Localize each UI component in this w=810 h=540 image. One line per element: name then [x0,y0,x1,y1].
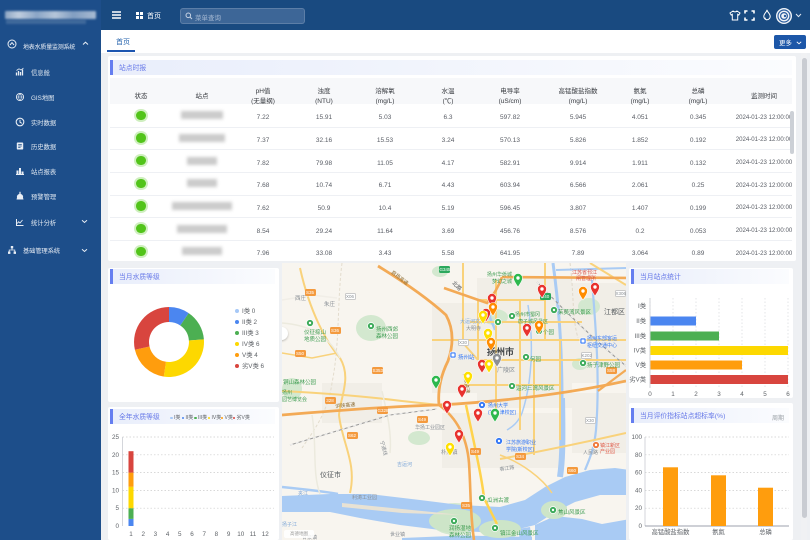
svg-text:5: 5 [178,529,182,538]
svg-text:高锰酸盐指数: 高锰酸盐指数 [652,527,690,536]
svg-text:15: 15 [112,468,120,477]
svg-text:5: 5 [115,503,119,512]
svg-text:7: 7 [202,529,206,538]
svg-text:40: 40 [635,485,643,494]
svg-text:3: 3 [717,389,721,398]
svg-text:III类: III类 [634,331,646,340]
svg-text:4: 4 [166,529,170,538]
svg-text:0: 0 [115,521,119,530]
svg-text:1: 1 [671,389,675,398]
svg-text:20: 20 [635,503,643,512]
svg-text:12: 12 [262,529,270,538]
svg-text:6: 6 [190,529,194,538]
svg-text:10: 10 [237,529,245,538]
svg-text:5: 5 [763,389,767,398]
svg-text:V类: V类 [636,360,647,369]
svg-text:8: 8 [215,529,219,538]
svg-text:II类: II类 [636,316,646,325]
svg-text:100: 100 [631,432,642,441]
svg-text:2: 2 [141,529,145,538]
svg-text:20: 20 [112,450,120,459]
svg-text:10: 10 [112,485,120,494]
svg-text:25: 25 [112,432,120,441]
svg-text:1: 1 [129,529,133,538]
svg-text:氨氮: 氨氮 [712,527,725,536]
svg-text:总磷: 总磷 [759,527,772,536]
svg-text:I类: I类 [638,301,647,310]
svg-text:0: 0 [648,389,652,398]
svg-text:3: 3 [154,529,158,538]
svg-text:劣V类: 劣V类 [629,375,646,384]
svg-text:IV类: IV类 [634,346,647,355]
svg-text:11: 11 [250,529,257,538]
svg-text:6: 6 [786,389,790,398]
svg-text:0: 0 [638,521,642,530]
svg-text:4: 4 [740,389,744,398]
svg-text:80: 80 [635,450,643,459]
svg-text:2: 2 [694,389,698,398]
svg-text:60: 60 [635,468,643,477]
svg-text:9: 9 [227,529,231,538]
